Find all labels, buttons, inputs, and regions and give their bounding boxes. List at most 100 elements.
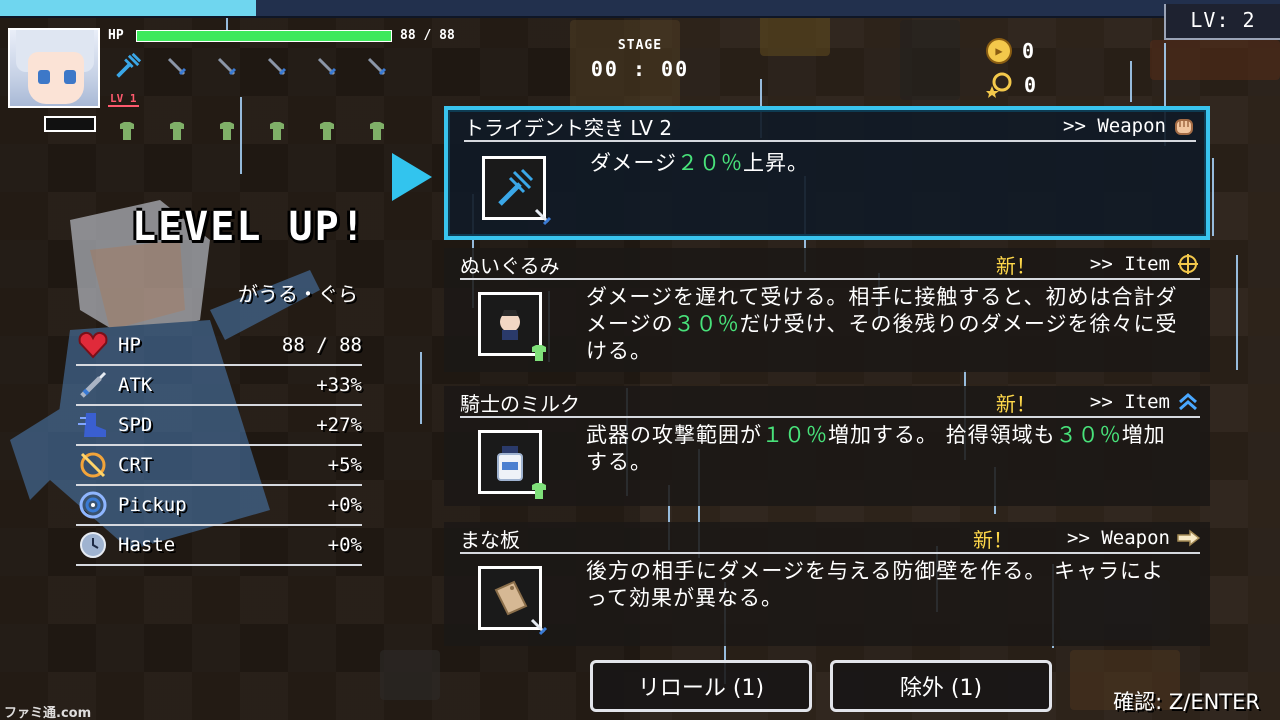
card-header: 騎士のミルク 新！ >> Item	[460, 388, 1200, 418]
stat-row-spd: SPD +27%	[76, 406, 362, 446]
fist-icon	[1172, 114, 1196, 138]
coin-icon: ▶	[986, 38, 1012, 64]
stage-progress-bar	[0, 0, 1280, 18]
empty-item-slot-icon	[362, 116, 392, 146]
stat-row-haste: Haste +0%	[76, 526, 362, 566]
new-badge: 新！	[995, 253, 1036, 278]
card-type-label: >> Weapon	[1063, 115, 1166, 137]
stat-row-atk: ATK +33%	[76, 366, 362, 406]
card-type-label: >> Item	[1089, 253, 1170, 275]
stage-timer: STAGE 00 : 00	[590, 38, 690, 81]
crosshair-icon	[1176, 252, 1200, 276]
crit-icon	[76, 448, 110, 482]
card-header: まな板 新！ >> Weapon	[460, 524, 1200, 554]
stat-name: SPD	[118, 414, 153, 436]
experience-bar	[44, 116, 96, 132]
rain-streak	[1130, 61, 1132, 102]
stat-value: +0%	[327, 534, 362, 556]
stat-value: 88 / 88	[281, 334, 362, 356]
stat-row-crt: CRT +5%	[76, 446, 362, 486]
stat-value: +0%	[327, 494, 362, 516]
empty-item-slot-icon	[162, 116, 192, 146]
card-type: >> Weapon	[1067, 526, 1200, 550]
stats-list: HP 88 / 88 ATK +33% SPD +27% CRT +5% Pic…	[76, 326, 362, 566]
double-chevron-up-icon	[1176, 390, 1200, 414]
stat-value: +5%	[327, 454, 362, 476]
clock-icon	[76, 528, 110, 562]
hp-bar	[136, 30, 392, 42]
upgrade-card-trident[interactable]: トライデント突き LV 2 >> Weapon ダメージ２０％上昇。	[444, 106, 1210, 240]
card-header: ぬいぐるみ 新！ >> Item	[460, 250, 1200, 280]
card-title: 騎士のミルク	[460, 391, 580, 416]
watermark-logo: ファミ通.com	[4, 706, 92, 720]
player-level: LV: 2	[1164, 4, 1280, 40]
plushie-icon	[478, 292, 546, 361]
character-name: がうる・ぐら	[238, 282, 358, 306]
cutting-board-icon	[478, 566, 548, 636]
rain-streak	[1236, 255, 1238, 370]
card-type: >> Item	[1090, 252, 1200, 276]
empty-item-slot-icon	[112, 116, 142, 146]
stat-name: HP	[118, 334, 141, 356]
selection-arrow-icon	[392, 153, 432, 201]
rain-streak	[1212, 158, 1214, 236]
level-up-title: LEVEL UP!	[132, 204, 367, 250]
milk-icon	[478, 430, 546, 499]
weapon-level-tag: LV 1	[108, 92, 139, 107]
kill-count: 0	[1024, 73, 1037, 97]
weapon-slots	[112, 52, 392, 82]
upgrade-card-plushie[interactable]: ぬいぐるみ 新！ >> Item ダメージを遅れて受ける。相手に接触すると、初め…	[444, 248, 1210, 372]
weapon-badge-icon	[533, 207, 553, 227]
counters: ▶ 0 0	[986, 34, 1036, 102]
stat-value: +33%	[316, 374, 362, 396]
empty-weapon-slot-icon	[212, 52, 242, 82]
sword-icon	[76, 368, 110, 402]
highlighted-value: ２０％	[676, 151, 743, 175]
stat-name: Haste	[118, 534, 176, 556]
pointing-hand-icon	[1176, 526, 1200, 550]
item-badge-icon	[529, 343, 549, 363]
empty-weapon-slot-icon	[262, 52, 292, 82]
reroll-button[interactable]: リロール (1)	[590, 660, 812, 712]
card-header: トライデント突き LV 2 >> Weapon	[464, 112, 1196, 142]
item-badge-icon	[529, 481, 549, 501]
rain-streak	[420, 352, 422, 424]
card-title: まな板	[460, 527, 520, 552]
kill-counter: 0	[986, 68, 1036, 102]
eliminate-button[interactable]: 除外 (1)	[830, 660, 1052, 712]
card-type-label: >> Item	[1089, 391, 1170, 413]
card-type: >> Weapon	[1063, 114, 1196, 138]
trident-icon	[112, 52, 142, 82]
upgrade-card-cutting-board[interactable]: まな板 新！ >> Weapon 後方の相手にダメージを与える防御壁を作る。 キ…	[444, 522, 1210, 646]
description-text: 増加する。 拾得領域も	[828, 423, 1056, 447]
highlighted-value: ３０％	[1055, 423, 1122, 447]
card-title: ぬいぐるみ	[460, 253, 560, 278]
empty-item-slot-icon	[212, 116, 242, 146]
character-portrait	[8, 28, 100, 108]
empty-item-slot-icon	[262, 116, 292, 146]
coin-count: 0	[1022, 39, 1035, 63]
highlighted-value: １０％	[762, 423, 828, 447]
stat-name: Pickup	[118, 494, 187, 516]
card-description: ダメージ２０％上昇。	[590, 150, 1176, 177]
description-text: ダメージ	[590, 151, 677, 175]
card-title: トライデント突き LV 2	[464, 115, 673, 140]
stat-name: CRT	[118, 454, 153, 476]
highlighted-value: ３０％	[673, 312, 740, 336]
new-badge: 新！	[995, 391, 1036, 416]
stat-row-pickup: Pickup +0%	[76, 486, 362, 526]
stat-row-hp: HP 88 / 88	[76, 326, 362, 366]
stat-value: +27%	[316, 414, 362, 436]
stage-label: STAGE	[617, 38, 663, 53]
card-description: 後方の相手にダメージを与える防御壁を作る。 キャラによって効果が異なる。	[586, 558, 1180, 612]
description-text: 後方の相手にダメージを与える防御壁を作る。 キャラによって効果が異なる。	[586, 559, 1164, 610]
confirm-hint: 確認: Z/ENTER	[1113, 690, 1260, 714]
new-badge: 新！	[973, 527, 1014, 552]
heart-icon	[76, 328, 110, 362]
empty-weapon-slot-icon	[312, 52, 342, 82]
card-type-label: >> Weapon	[1067, 527, 1170, 549]
hp-bar-fill	[137, 31, 391, 41]
stage-time: 00 : 00	[590, 57, 690, 81]
hp-label: HP	[108, 28, 124, 43]
upgrade-card-knight-milk[interactable]: 騎士のミルク 新！ >> Item 武器の攻撃範囲が１０％増加する。 拾得領域も…	[444, 386, 1210, 506]
